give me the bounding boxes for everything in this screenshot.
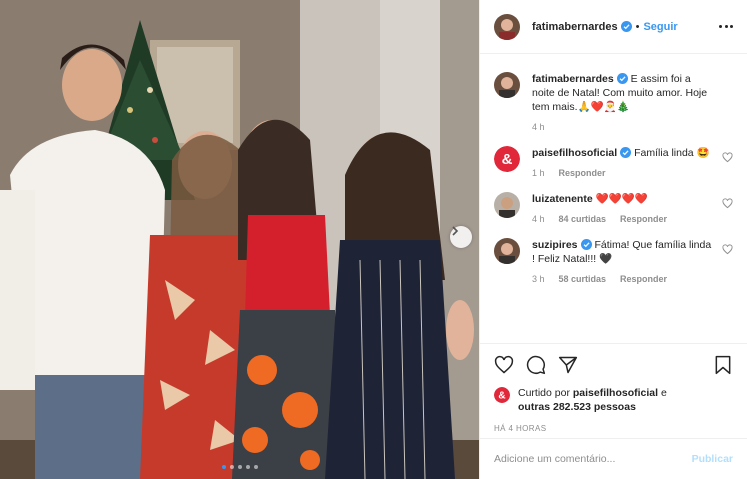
likes-prefix: Curtido por	[518, 387, 573, 399]
portrait-avatar-icon	[494, 192, 520, 218]
carousel-dot	[245, 465, 250, 469]
carousel-dot	[237, 465, 242, 469]
caption-row: fatimabernardes E assim foi a noite de N…	[494, 72, 733, 132]
comment-like-heart-icon[interactable]	[722, 198, 733, 209]
follow-button[interactable]: Seguir	[643, 21, 677, 33]
author-avatar[interactable]	[494, 13, 520, 40]
comment-meta: 4 h	[532, 122, 713, 132]
likes-others-link[interactable]: outras 282.523 pessoas	[518, 401, 636, 413]
carousel-dot	[221, 465, 226, 469]
reply-button[interactable]: Responder	[559, 168, 606, 178]
comment-row: suzipires Fátima! Que família linda ! Fe…	[494, 238, 733, 284]
verified-badge-icon	[580, 239, 592, 250]
comment-message: Família linda 🤩	[634, 147, 710, 159]
ampersand-logo-avatar-icon: &	[494, 387, 510, 403]
comment-text: luizatenente ❤️❤️❤️❤️	[532, 192, 713, 206]
comments-list[interactable]: fatimabernardes E assim foi a noite de N…	[480, 54, 747, 344]
comment-row: & paisefilhosoficial Família linda 🤩 1 h Re…	[494, 146, 733, 178]
commenter-avatar[interactable]	[494, 72, 520, 98]
comment-input[interactable]	[494, 453, 692, 465]
post-header: fatimabernardes • Seguir	[480, 0, 747, 54]
author-username[interactable]: fatimabernardes	[532, 21, 618, 33]
comment-username[interactable]: paisefilhosoficial	[532, 147, 617, 159]
comment-body: suzipires Fátima! Que família linda ! Fe…	[532, 238, 733, 284]
action-bar	[480, 344, 747, 386]
portrait-avatar-icon	[494, 72, 520, 98]
comment-body: fatimabernardes E assim foi a noite de N…	[532, 72, 733, 132]
comment-time[interactable]: 4 h	[532, 214, 545, 224]
comment-row: luizatenente ❤️❤️❤️❤️ 4 h 84 curtidas Respo…	[494, 192, 733, 224]
likes-summary: & Curtido por paisefilhosoficial e outra…	[480, 386, 747, 414]
reply-button[interactable]: Responder	[620, 214, 667, 224]
comment-time[interactable]: 1 h	[532, 168, 545, 178]
comment-message: ❤️❤️❤️❤️	[595, 193, 648, 205]
liker-username[interactable]: paisefilhosoficial	[573, 387, 658, 399]
commenter-avatar[interactable]	[494, 192, 520, 218]
post-timestamp[interactable]: HÁ 4 HORAS	[480, 414, 747, 433]
portrait-avatar-icon	[494, 238, 520, 264]
verified-badge-icon	[616, 73, 628, 84]
verified-badge-icon	[620, 21, 632, 32]
post-side-panel: fatimabernardes • Seguir fatimabernardes…	[479, 0, 747, 479]
svg-text:&: &	[498, 391, 505, 402]
carousel-indicator	[0, 465, 479, 469]
liker-avatar[interactable]: &	[494, 387, 510, 403]
ampersand-logo-avatar-icon: &	[494, 146, 520, 172]
carousel-dot	[229, 465, 234, 469]
chevron-right-icon	[452, 226, 459, 236]
comment-bubble-icon[interactable]	[526, 355, 546, 375]
comment-text: suzipires Fátima! Que família linda ! Fe…	[532, 238, 713, 266]
comment-username[interactable]: fatimabernardes	[532, 73, 614, 85]
carousel-dot	[253, 465, 258, 469]
instagram-post-modal: fatimabernardes • Seguir fatimabernardes…	[0, 0, 747, 479]
comment-username[interactable]: luizatenente	[532, 193, 593, 205]
share-paper-plane-icon[interactable]	[558, 355, 578, 375]
reply-button[interactable]: Responder	[620, 274, 667, 284]
carousel-next-button[interactable]	[450, 226, 472, 248]
family-christmas-photo	[0, 0, 479, 479]
comment-time[interactable]: 3 h	[532, 274, 545, 284]
post-photo[interactable]	[0, 0, 479, 479]
publish-button[interactable]: Publicar	[692, 453, 733, 465]
verified-badge-icon	[620, 147, 632, 158]
comment-text: paisefilhosoficial Família linda 🤩	[532, 146, 713, 160]
save-bookmark-icon[interactable]	[713, 355, 733, 375]
comment-meta: 4 h 84 curtidas Responder	[532, 214, 713, 224]
comment-likes-count[interactable]: 84 curtidas	[559, 214, 607, 224]
commenter-avatar[interactable]: &	[494, 146, 520, 172]
portrait-avatar-icon	[494, 13, 520, 40]
svg-text:&: &	[502, 151, 513, 168]
comment-body: paisefilhosoficial Família linda 🤩 1 h Res…	[532, 146, 733, 178]
comment-body: luizatenente ❤️❤️❤️❤️ 4 h 84 curtidas Respo…	[532, 192, 733, 224]
comment-meta: 1 h Responder	[532, 168, 713, 178]
comment-time[interactable]: 4 h	[532, 122, 545, 132]
more-options-icon[interactable]	[719, 25, 733, 28]
comment-likes-count[interactable]: 58 curtidas	[559, 274, 607, 284]
header-separator: •	[635, 20, 640, 33]
comment-like-heart-icon[interactable]	[722, 152, 733, 163]
like-heart-icon[interactable]	[494, 355, 514, 375]
likes-middle: e	[658, 387, 667, 399]
comment-like-heart-icon[interactable]	[722, 244, 733, 255]
comment-text: fatimabernardes E assim foi a noite de N…	[532, 72, 713, 114]
comment-username[interactable]: suzipires	[532, 239, 578, 251]
commenter-avatar[interactable]	[494, 238, 520, 264]
comment-meta: 3 h 58 curtidas Responder	[532, 274, 713, 284]
add-comment-bar: Publicar	[480, 438, 747, 479]
